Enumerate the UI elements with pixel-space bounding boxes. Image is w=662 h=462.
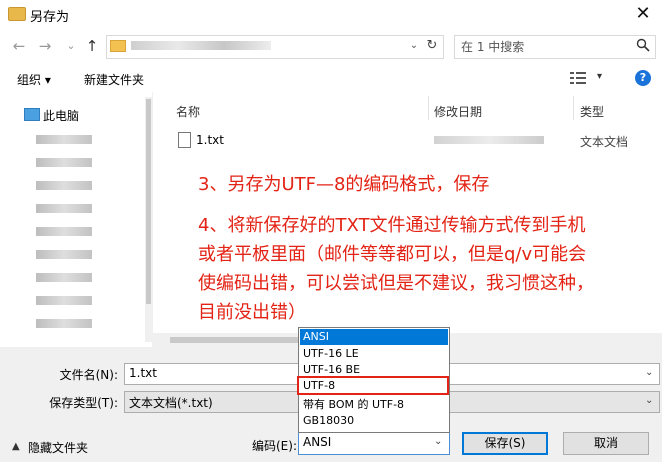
encoding-option[interactable]: GB18030 <box>300 413 448 429</box>
computer-icon <box>24 108 40 121</box>
chevron-up-icon[interactable]: ▲ <box>12 441 20 452</box>
sidebar-item-blurred[interactable] <box>36 250 92 259</box>
encoding-option[interactable]: 带有 BOM 的 UTF-8 <box>300 397 448 413</box>
annotation-line: 3、另存为UTF—8的编码格式，保存 <box>198 174 490 195</box>
chevron-down-icon[interactable]: ⌄ <box>645 367 653 378</box>
recent-locations-icon[interactable]: ⌄ <box>62 36 80 56</box>
filename-label: 文件名(N): <box>59 368 118 382</box>
folder-icon <box>110 40 126 52</box>
back-button[interactable]: ← <box>10 36 28 56</box>
save-button[interactable]: 保存(S) <box>462 432 548 455</box>
sidebar-item-blurred[interactable] <box>36 227 92 236</box>
sidebar-item-blurred[interactable] <box>36 135 92 144</box>
annotation-line: 使编码出错，可以尝试但是不建议，我习惯这种， <box>198 273 594 294</box>
filetype-label: 保存类型(T): <box>49 396 118 410</box>
scrollbar-thumb[interactable] <box>146 99 151 304</box>
encoding-option[interactable]: ANSI <box>300 329 448 345</box>
file-name[interactable]: 1.txt <box>196 133 224 147</box>
scrollbar-thumb[interactable] <box>170 337 310 343</box>
annotation-line: 目前没出错） <box>198 302 306 323</box>
sidebar-item-this-pc[interactable]: 此电脑 <box>43 107 79 124</box>
filetype-value: 文本文档(*.txt) <box>129 396 213 410</box>
up-button[interactable]: ↑ <box>83 36 101 56</box>
column-divider[interactable] <box>428 96 429 120</box>
sidebar-item-blurred[interactable] <box>36 296 92 305</box>
annotation-line: 4、将新保存好的TXT文件通过传输方式传到手机 <box>198 215 586 236</box>
new-folder-button[interactable]: 新建文件夹 <box>84 71 144 88</box>
annotation-line: 或者平板里面（邮件等等都可以，但是q/v可能会 <box>198 244 587 265</box>
chevron-down-icon[interactable]: ⌄ <box>434 436 442 447</box>
refresh-icon[interactable]: ↻ <box>423 37 441 55</box>
sidebar-item-blurred[interactable] <box>36 158 92 167</box>
organize-button[interactable]: 组织 ▾ <box>17 71 51 88</box>
folder-icon <box>8 7 26 21</box>
address-path-blurred <box>131 41 271 50</box>
view-options-icon[interactable] <box>570 72 586 84</box>
search-icon[interactable] <box>636 38 650 52</box>
encoding-value: ANSI <box>303 435 332 449</box>
column-header-type[interactable]: 类型 <box>580 103 604 120</box>
close-icon[interactable]: ✕ <box>632 3 654 25</box>
text-file-icon <box>178 132 191 148</box>
sidebar-item-blurred[interactable] <box>36 319 92 328</box>
column-header-date[interactable]: 修改日期 <box>434 103 482 120</box>
sidebar-item-blurred[interactable] <box>36 204 92 213</box>
window-title: 另存为 <box>30 10 70 25</box>
chevron-down-icon[interactable]: ▾ <box>597 71 602 82</box>
encoding-option[interactable]: UTF-16 LE <box>300 346 448 362</box>
column-header-name[interactable]: 名称 <box>176 103 200 120</box>
filename-value: 1.txt <box>129 366 157 380</box>
navigation-pane <box>0 92 152 347</box>
chevron-down-icon[interactable]: ⌄ <box>407 38 421 54</box>
forward-button[interactable]: → <box>36 36 54 56</box>
sidebar-item-blurred[interactable] <box>36 181 92 190</box>
hide-folders-button[interactable]: 隐藏文件夹 <box>28 439 88 456</box>
highlight-box <box>297 376 449 395</box>
title-bar <box>0 0 662 30</box>
cancel-button[interactable]: 取消 <box>563 432 649 455</box>
sidebar-item-blurred[interactable] <box>36 273 92 282</box>
search-placeholder: 在 1 中搜索 <box>461 40 525 54</box>
chevron-down-icon[interactable]: ⌄ <box>645 395 653 406</box>
file-date-blurred <box>434 136 544 144</box>
column-divider[interactable] <box>573 96 574 120</box>
file-type: 文本文档 <box>580 135 629 149</box>
help-icon[interactable]: ? <box>635 70 651 86</box>
encoding-label: 编码(E): <box>252 439 297 453</box>
